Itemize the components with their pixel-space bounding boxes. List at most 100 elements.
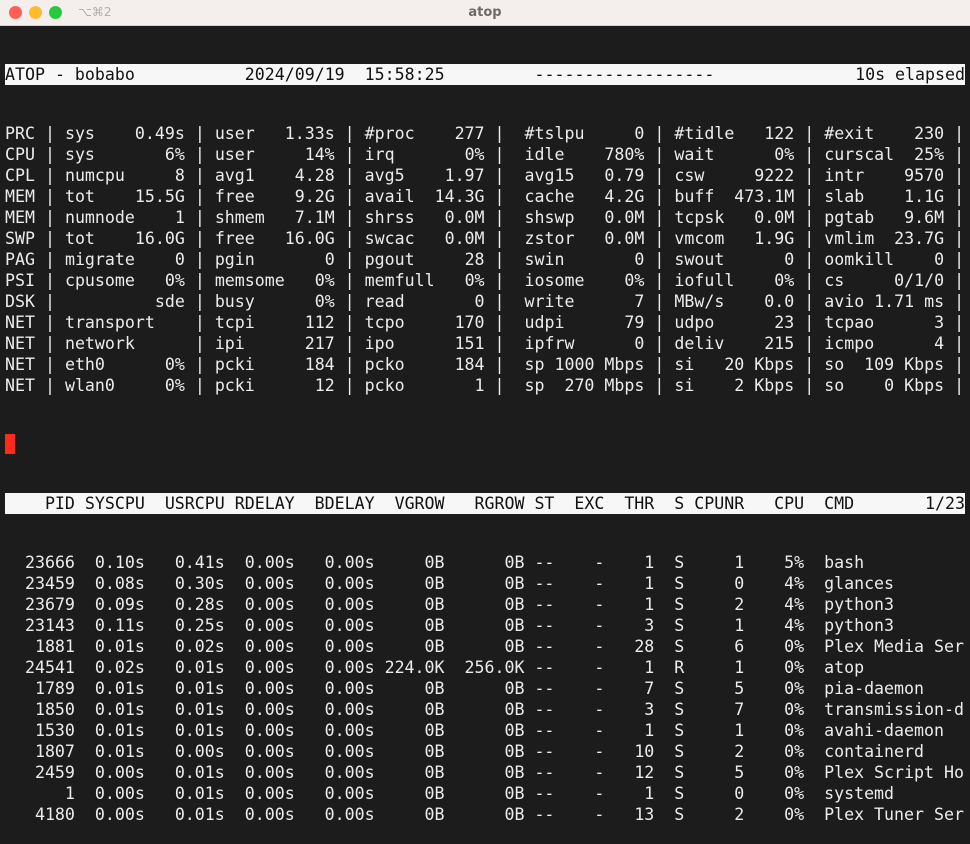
stat-value: 0 [634,250,645,269]
stat-cell: cache 4.2G [525,186,645,207]
stat-cell: swcac 0.0M [365,228,485,249]
cell-s: S [674,742,685,761]
separator: | [944,229,965,248]
stat-name: pgout [364,250,415,269]
cell-rgrow: 0B [504,763,525,782]
stat-name: swout [674,250,725,269]
cell-cpu: 5% [784,553,805,572]
table-row[interactable]: 1850 0.01s 0.01s 0.00s 0.00s 0B 0B -- -3 S 7 0% tran… [5,699,965,720]
column-header-thr: THR [624,494,655,513]
table-row[interactable]: 1807 0.01s 0.00s 0.00s 0.00s 0B 0B -- -10 S 2 0% con… [5,741,965,762]
terminal[interactable]: ATOP - bobabo 2024/09/19 15:58:25 ------… [5,26,965,844]
cell-thr: 1 [644,553,655,572]
stat-name: curscal [824,145,895,164]
stat-name: sys [64,124,95,143]
stat-value: 6% [164,145,185,164]
cell-s: S [674,553,685,572]
cell-pid: 1 [64,784,75,803]
table-row[interactable]: 1 0.00s 0.01s 0.00s 0.00s 0B 0B -- -1 S 0 0% systemd [5,783,965,804]
separator: | [484,145,525,164]
stat-value: 0 [934,250,945,269]
cell-pid: 1807 [34,742,75,761]
cell-vgrow: 0B [424,721,445,740]
stat-value: 0% [464,271,485,290]
cell-vgrow: 0B [424,700,445,719]
separator: | [34,376,65,395]
cell-bdelay: 0.00s [324,595,375,614]
table-row[interactable]: 23666 0.10s 0.41s 0.00s 0.00s 0B 0B -- -1 S 1 5% bas… [5,552,965,573]
table-row[interactable]: 1789 0.01s 0.01s 0.00s 0.00s 0B 0B -- -7 S 5 0% pia-… [5,678,965,699]
table-row[interactable]: 4180 0.00s 0.01s 0.00s 0.00s 0B 0B -- -13 S 2 0% Ple… [5,804,965,825]
separator: | [644,292,675,311]
cell-usrcpu: 0.00s [174,742,225,761]
cell-cpu: 0% [784,742,805,761]
table-row[interactable]: 23679 0.09s 0.28s 0.00s 0.00s 0B 0B -- -1 S 2 4% pyt… [5,594,965,615]
separator: | [484,334,525,353]
stat-name: migrate [64,250,135,269]
cell-cpunr: 6 [734,637,745,656]
row-label: SWP [5,229,35,248]
stat-row-mem: MEM | numnode 1 | shmem 7.1M | shrss 0.0M |… [5,207,965,228]
stat-name: avio [824,292,865,311]
table-row[interactable]: 1530 0.01s 0.01s 0.00s 0.00s 0B 0B -- -1 S 1 0% avah… [5,720,965,741]
row-label: PSI [5,271,35,290]
stat-row-mem: MEM | tot 15.5G | free 9.2G | avail 14.3G |… [5,186,965,207]
separator: | [794,124,825,143]
cell-syscpu: 0.08s [94,574,145,593]
separator: | [794,250,825,269]
stat-name: memsome [214,271,285,290]
stat-value: 0.0M [604,229,645,248]
stat-cell: sde [65,291,185,312]
stat-cell: migrate 0 [65,249,185,270]
command-line[interactable] [5,434,965,455]
stat-value: 2 Kbps [734,376,795,395]
separator: | [34,187,65,206]
separator: | [644,376,675,395]
stat-cell: pcki 12 [215,375,335,396]
cell-thr: 7 [644,679,655,698]
stat-cell: sp 270 Mbps [525,375,645,396]
column-header-bdelay: BDELAY [314,494,375,513]
stat-value: 0 [634,334,645,353]
stat-name: cpusome [64,271,135,290]
stat-name: slab [824,187,865,206]
stat-name: si [674,376,695,395]
stat-cell: idle 780% [525,144,645,165]
cell-pid: 24541 [24,658,75,677]
cell-st: -- [534,553,555,572]
cell-cpu: 0% [784,700,805,719]
stat-cell: transport [65,312,185,333]
stat-cell: tot 16.0G [65,228,185,249]
table-row[interactable]: 2459 0.00s 0.01s 0.00s 0.00s 0B 0B -- -12 S 5 0% Ple… [5,762,965,783]
cell-pid: 1789 [34,679,75,698]
cell-vgrow: 0B [424,679,445,698]
stat-value: 0/1/0 [894,271,945,290]
cell-vgrow: 0B [424,742,445,761]
separator: | [184,187,215,206]
column-header-cmd: CMD [824,494,855,513]
stat-name: iofull [674,271,735,290]
table-row[interactable]: 24541 0.02s 0.01s 0.00s 0.00s 224.0K 256.0K -- -… [5,657,965,678]
table-row[interactable]: 1881 0.01s 0.02s 0.00s 0.00s 0B 0B -- -28 S 6 0% Ple… [5,636,965,657]
stat-name: tcpi [214,313,255,332]
separator: | [334,376,365,395]
stat-value: 14% [304,145,335,164]
cell-cmd: systemd [824,784,895,803]
cell-usrcpu: 0.01s [174,679,225,698]
stat-value: 170 [454,313,485,332]
stat-value: 0 [474,292,485,311]
stat-name: zstor [524,229,575,248]
cell-cpunr: 0 [734,574,745,593]
stat-cell: irq 0% [365,144,485,165]
stat-value: 9.2G [294,187,335,206]
cell-bdelay: 0.00s [324,805,375,824]
table-row[interactable]: 23143 0.11s 0.25s 0.00s 0.00s 0B 0B -- -3 S 1 4% pyt… [5,615,965,636]
cell-exc: - [594,700,605,719]
cell-thr: 1 [644,784,655,803]
cell-vgrow: 0B [424,784,445,803]
row-label: CPL [5,166,35,185]
separator: | [794,271,825,290]
separator: | [184,208,215,227]
table-row[interactable]: 23459 0.08s 0.30s 0.00s 0.00s 0B 0B -- -1 S 0 4% gla… [5,573,965,594]
elapsed: 10s elapsed [855,65,965,84]
